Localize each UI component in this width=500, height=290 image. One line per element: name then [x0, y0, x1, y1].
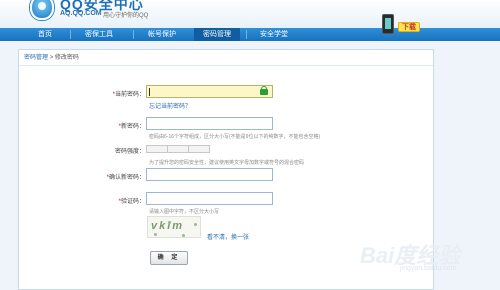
captcha-label: *验证码： — [118, 199, 145, 205]
nav-item-home[interactable]: 首页 — [30, 28, 60, 41]
current-password-label: *当前密码： — [112, 92, 145, 98]
nav-divider — [246, 30, 247, 39]
text-caret — [149, 88, 150, 96]
confirm-password-label: *确认新密码： — [106, 175, 145, 181]
captcha-image[interactable]: vklm — [147, 216, 201, 238]
nav-divider — [70, 30, 71, 39]
strength-segment-medium — [167, 145, 189, 153]
lock-icon — [260, 86, 268, 95]
breadcrumb-parent[interactable]: 密码管理 — [24, 55, 48, 61]
promo-tag: 下载 — [398, 22, 420, 32]
nav-item-account-protection[interactable]: 帐号保护 — [140, 28, 184, 41]
password-strength-meter — [146, 145, 210, 153]
breadcrumb-current: 修改密码 — [54, 55, 79, 61]
confirm-password-input[interactable] — [146, 168, 273, 181]
shield-logo-icon[interactable] — [30, 0, 54, 20]
forgot-password-link[interactable]: 忘记当前密码？ — [149, 101, 191, 110]
breadcrumb-separator: > — [49, 55, 54, 61]
captcha-hint: 请输入图中字符，不区分大小写 — [149, 209, 220, 215]
site-slogan: 用心守护你的QQ — [103, 13, 149, 19]
breadcrumb: 密码管理 > 修改密码 — [19, 50, 433, 66]
current-password-input[interactable] — [146, 85, 273, 98]
nav-item-password-management[interactable]: 密码管理 — [194, 28, 240, 41]
password-strength-label: 密码强度： — [114, 149, 145, 155]
captcha-input[interactable] — [146, 192, 273, 205]
new-password-label: *新密码： — [118, 124, 145, 130]
phone-icon — [382, 14, 394, 34]
site-domain: AQ.QQ.COM — [60, 10, 102, 17]
mobile-promo[interactable]: 下载 — [378, 14, 434, 36]
refresh-captcha-link[interactable]: 看不清，换一张 — [207, 232, 249, 241]
baidu-watermark-url: jingyan.baidu.com — [400, 265, 457, 272]
nav-item-security-tools[interactable]: 密保工具 — [78, 28, 120, 41]
strength-segment-strong — [188, 145, 210, 153]
strength-segment-weak — [146, 145, 168, 153]
confirm-button[interactable]: 确 定 — [150, 251, 188, 265]
nav-divider — [133, 30, 134, 39]
new-password-input[interactable] — [146, 117, 273, 130]
new-password-hint: 密码由6-16个字符组成，区分大小写(不能是9位以下的纯数字，不能包含空格) — [149, 134, 321, 140]
nav-item-security-school[interactable]: 安全学堂 — [252, 28, 296, 41]
strength-hint: 为了提升您的密码安全性，建议使用英文字母加数字或符号的混合密码 — [149, 160, 305, 166]
